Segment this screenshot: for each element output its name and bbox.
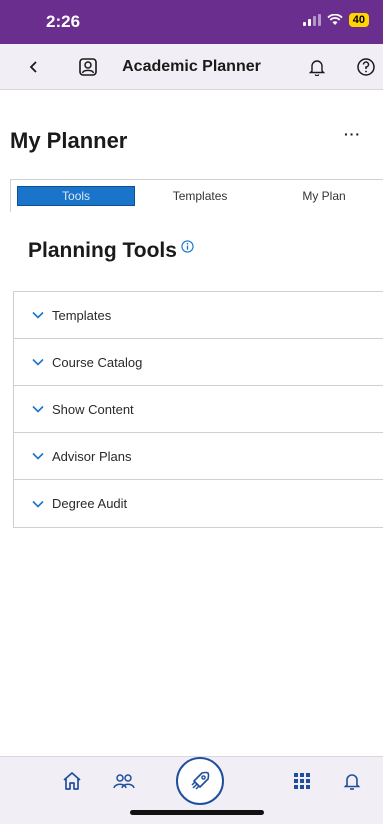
accordion-label: Advisor Plans <box>52 448 132 464</box>
info-icon[interactable] <box>181 240 194 253</box>
signal-icon <box>302 14 321 26</box>
chevron-down-icon <box>32 500 44 508</box>
status-icons: 40 <box>302 13 369 27</box>
tab-my-plan[interactable]: My Plan <box>265 186 383 206</box>
accordion-item-show-content[interactable]: Show Content <box>14 386 383 433</box>
status-bar: 2:26 40 <box>0 0 383 44</box>
chevron-down-icon <box>32 405 44 413</box>
chevron-down-icon <box>32 358 44 366</box>
planner-tabs: Tools Templates My Plan <box>10 179 383 212</box>
chevron-down-icon <box>32 452 44 460</box>
planning-tools-title: Planning Tools <box>28 239 177 262</box>
planning-tools-header: Planning Tools <box>28 239 194 263</box>
tab-templates[interactable]: Templates <box>141 186 259 206</box>
more-options-button[interactable]: ··· <box>344 126 361 142</box>
apps-grid-icon[interactable] <box>288 767 316 795</box>
nav-bar: Academic Planner <box>0 44 383 90</box>
tab-tools[interactable]: Tools <box>17 186 136 206</box>
bell-icon[interactable] <box>338 767 366 795</box>
accordion-item-course-catalog[interactable]: Course Catalog <box>14 339 383 386</box>
accordion-item-templates[interactable]: Templates <box>14 292 383 339</box>
rocket-icon[interactable] <box>176 757 224 805</box>
accordion-item-advisor-plans[interactable]: Advisor Plans <box>14 433 383 480</box>
chevron-down-icon <box>32 311 44 319</box>
accordion-label: Show Content <box>52 401 134 417</box>
battery-indicator: 40 <box>348 13 369 27</box>
home-indicator <box>130 810 264 815</box>
status-time: 2:26 <box>46 12 81 31</box>
accordion-label: Course Catalog <box>52 354 143 370</box>
help-icon[interactable] <box>352 53 380 81</box>
accordion-label: Templates <box>52 307 112 323</box>
people-icon[interactable] <box>110 767 138 795</box>
accordion-item-degree-audit[interactable]: Degree Audit <box>14 480 383 527</box>
home-icon[interactable] <box>58 767 86 795</box>
planning-tools-accordion: Templates Course Catalog Show Content Ad… <box>13 291 383 528</box>
bell-icon[interactable] <box>303 53 331 81</box>
wifi-icon <box>327 14 343 25</box>
page-title: My Planner <box>10 128 128 153</box>
accordion-label: Degree Audit <box>52 496 128 511</box>
